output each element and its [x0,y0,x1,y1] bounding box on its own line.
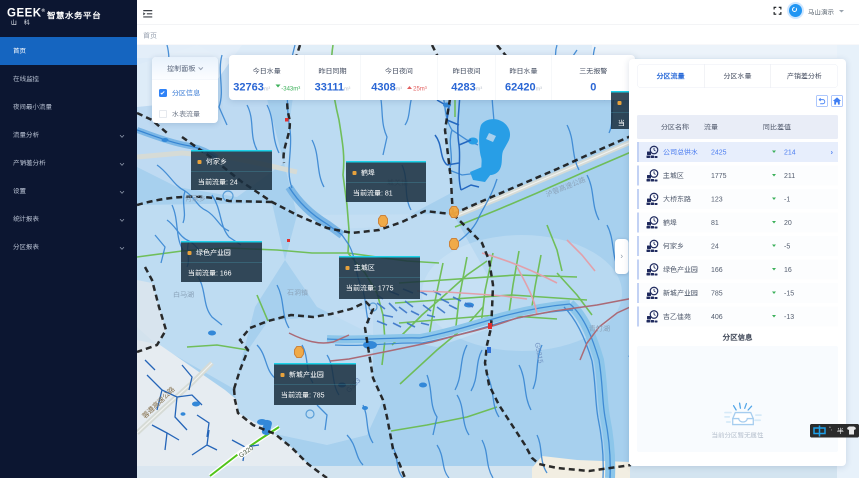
svg-text:青竹湖: 青竹湖 [589,324,610,333]
svg-text:°,: °, [829,426,832,431]
svg-text:石洞镇: 石洞镇 [287,288,308,297]
svg-text:何家乡: 何家乡 [185,195,206,203]
svg-text:半: 半 [837,428,844,436]
svg-text:白马湖: 白马湖 [173,290,194,299]
